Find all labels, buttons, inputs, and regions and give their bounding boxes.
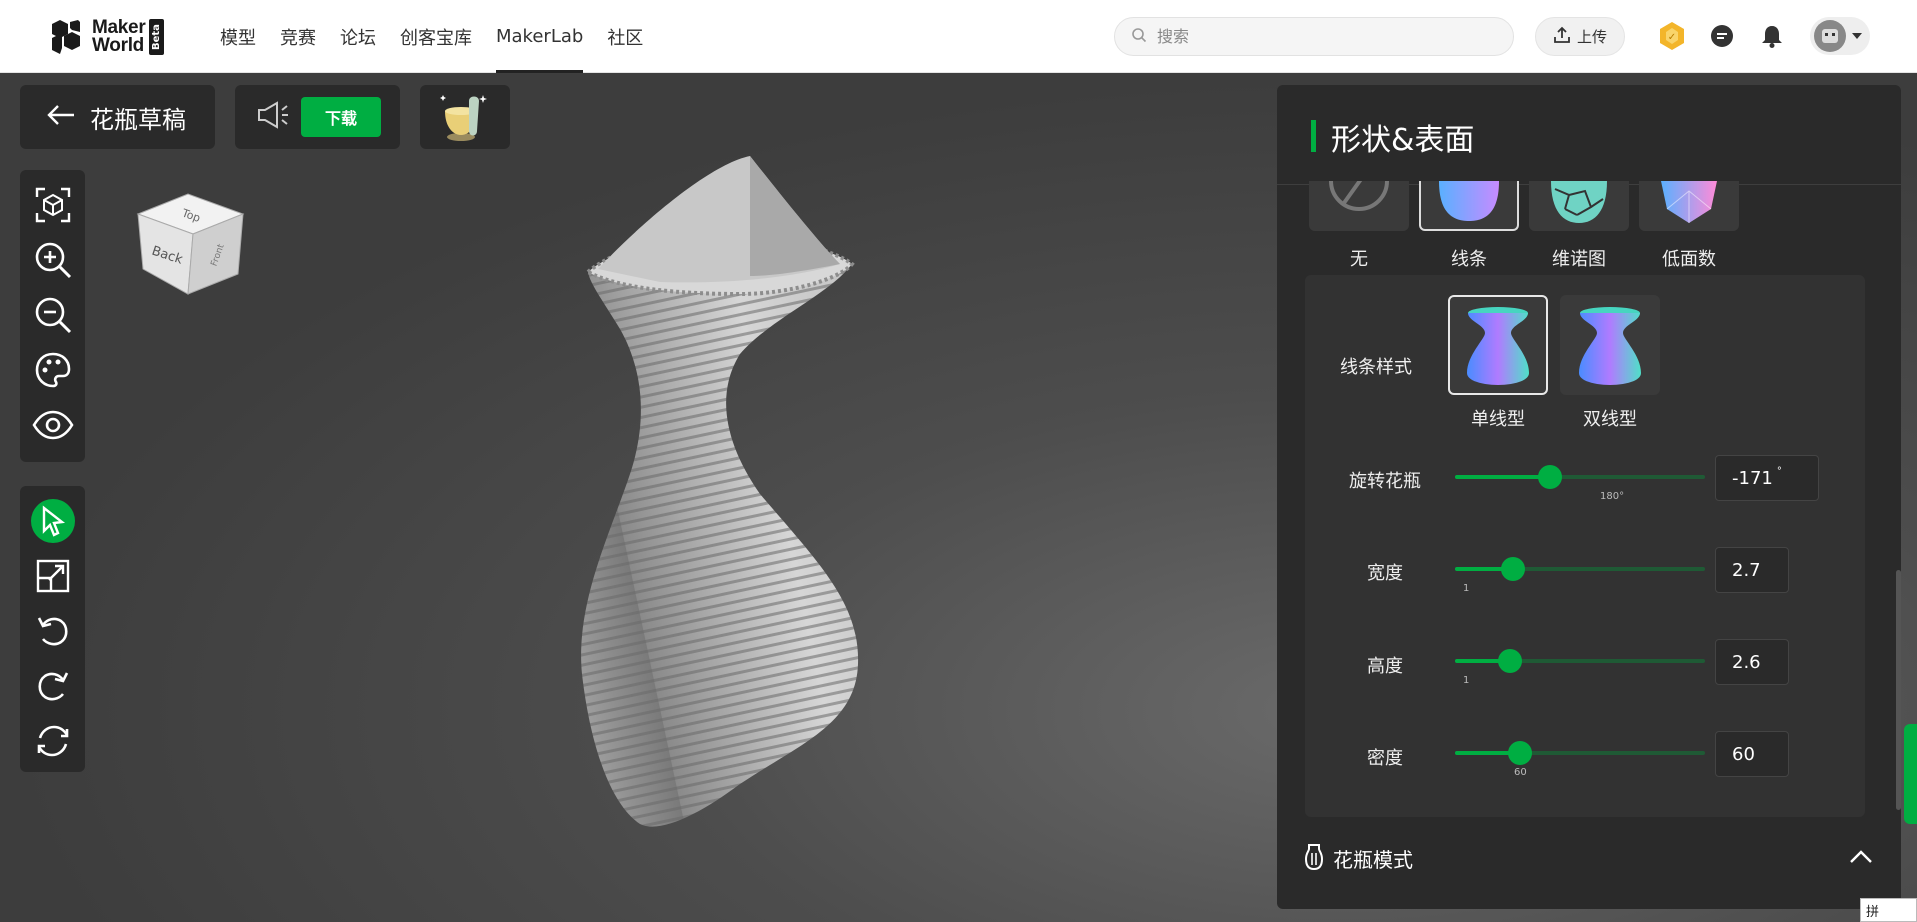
palette-icon[interactable]: [31, 348, 75, 392]
slider-mark: 180°: [1600, 491, 1625, 502]
view-toolbar: [20, 170, 85, 462]
double-line-vase-icon: [1579, 307, 1641, 385]
nav-item-community[interactable]: 社区: [607, 0, 643, 73]
width-label: 宽度: [1367, 563, 1403, 584]
view-cube[interactable]: Top Back Front: [128, 184, 248, 304]
surface-option-none[interactable]: 无: [1309, 181, 1409, 271]
membership-badge-icon[interactable]: ✓: [1656, 20, 1688, 52]
vase-mode-icon: [1303, 843, 1325, 875]
user-menu[interactable]: [1810, 17, 1870, 55]
feedback-side-tab[interactable]: [1904, 724, 1917, 824]
search-input[interactable]: [1157, 27, 1497, 46]
chevron-down-icon: [1852, 33, 1862, 39]
makerworld-logo[interactable]: Maker World Beta: [48, 17, 165, 57]
surface-option-label: 低面数: [1662, 249, 1716, 270]
panel-scrollbar[interactable]: [1896, 570, 1901, 810]
line-style-double-label: 双线型: [1583, 409, 1637, 430]
surface-option-label: 无: [1350, 249, 1368, 270]
search-box[interactable]: [1114, 17, 1514, 56]
lines-vase-icon: [1439, 181, 1499, 221]
panel-header: 形状&表面: [1277, 85, 1901, 185]
reset-icon[interactable]: [31, 719, 75, 763]
vase-mode-section[interactable]: 花瓶模式: [1277, 827, 1901, 887]
project-title-bar: 花瓶草稿: [20, 85, 215, 149]
download-button[interactable]: 下载: [301, 97, 381, 137]
nav-item-forum[interactable]: 论坛: [340, 0, 376, 73]
height-slider[interactable]: 1: [1455, 649, 1705, 686]
shape-surface-panel: 形状&表面 无 线条 维诺图 低面数 线条样式 单线型 双线型 旋转花瓶 180…: [1277, 85, 1901, 909]
slider-knob[interactable]: [1508, 741, 1532, 765]
width-input[interactable]: 2.7: [1715, 547, 1789, 593]
nav-item-contests[interactable]: 竞赛: [280, 0, 316, 73]
density-slider[interactable]: 60: [1455, 741, 1705, 778]
rotate-vase-label: 旋转花瓶: [1349, 471, 1421, 492]
scale-icon[interactable]: [31, 554, 75, 598]
none-icon: [1329, 181, 1389, 211]
nav-item-models[interactable]: 模型: [220, 0, 256, 73]
nav-item-treasury[interactable]: 创客宝库: [400, 0, 472, 73]
header-accent-bar: [1311, 120, 1316, 152]
upload-icon: [1553, 26, 1577, 48]
search-icon: [1131, 27, 1147, 47]
height-label: 高度: [1367, 656, 1403, 677]
nav-item-makerlab[interactable]: MakerLab: [496, 0, 584, 73]
line-style-single-label: 单线型: [1471, 409, 1525, 430]
logo-text-line2: World: [92, 35, 144, 56]
height-input[interactable]: 2.6: [1715, 639, 1789, 685]
line-settings-subpanel: 线条样式 单线型 双线型 旋转花瓶 180° -171 ° 宽度 1 2.7 高…: [1305, 275, 1865, 817]
avatar: [1814, 20, 1846, 52]
svg-text:✓: ✓: [1668, 32, 1676, 43]
upload-button[interactable]: 上传: [1535, 17, 1625, 56]
notification-bell-icon[interactable]: [1756, 20, 1788, 52]
slider-knob[interactable]: [1538, 465, 1562, 489]
zoom-in-icon[interactable]: [31, 238, 75, 282]
back-arrow-icon[interactable]: [46, 103, 76, 131]
chevron-up-icon[interactable]: [1849, 849, 1873, 868]
line-style-label: 线条样式: [1340, 357, 1412, 378]
density-label: 密度: [1367, 748, 1403, 769]
messages-icon[interactable]: [1706, 20, 1738, 52]
redo-icon[interactable]: [31, 664, 75, 708]
vase-mode-label: 花瓶模式: [1333, 848, 1413, 872]
surface-option-lines[interactable]: 线条: [1419, 181, 1519, 271]
rotate-vase-input[interactable]: -171 °: [1715, 455, 1819, 501]
upload-label: 上传: [1576, 28, 1607, 46]
slider-mark: 1: [1463, 675, 1470, 686]
zoom-out-icon[interactable]: [31, 293, 75, 337]
vase-thumbnail-icon: [440, 95, 487, 141]
vase-3d-model[interactable]: [540, 144, 1000, 904]
surface-option-label: 线条: [1451, 249, 1487, 270]
slider-mark: 60: [1514, 767, 1527, 778]
slider-knob[interactable]: [1498, 649, 1522, 673]
select-icon[interactable]: [30, 499, 75, 543]
main-nav: 模型 竞赛 论坛 创客宝库 MakerLab 社区: [220, 0, 667, 73]
density-input[interactable]: 60: [1715, 731, 1789, 777]
edit-toolbar: [20, 486, 85, 772]
voronoi-vase-icon: [1551, 181, 1607, 223]
top-navigation-bar: Maker World Beta 模型 竞赛 论坛 创客宝库 MakerLab …: [0, 0, 1917, 73]
ime-indicator[interactable]: 拼: [1860, 898, 1917, 922]
line-style-single[interactable]: [1448, 295, 1548, 395]
logo-mark-icon: [48, 18, 84, 56]
surface-option-lowpoly[interactable]: 低面数: [1639, 181, 1739, 271]
project-title: 花瓶草稿: [90, 105, 186, 134]
undo-icon[interactable]: [31, 609, 75, 653]
rotate-vase-slider[interactable]: 180°: [1455, 465, 1705, 502]
slider-knob[interactable]: [1500, 557, 1525, 581]
eye-icon[interactable]: [31, 403, 75, 447]
panel-title: 形状&表面: [1331, 123, 1475, 158]
surface-option-label: 维诺图: [1552, 249, 1606, 270]
slider-mark: 1: [1463, 583, 1470, 594]
vase-thumbnail[interactable]: [420, 85, 510, 149]
surface-option-voronoi[interactable]: 维诺图: [1529, 181, 1629, 271]
width-slider[interactable]: 1: [1455, 557, 1705, 594]
megaphone-icon[interactable]: [255, 100, 291, 134]
download-bar: 下载: [235, 85, 400, 149]
lowpoly-vase-icon: [1661, 181, 1717, 223]
single-line-vase-icon: [1467, 307, 1529, 385]
line-style-double[interactable]: [1560, 295, 1660, 395]
fit-view-icon[interactable]: [31, 183, 75, 227]
beta-badge: Beta: [149, 19, 165, 55]
